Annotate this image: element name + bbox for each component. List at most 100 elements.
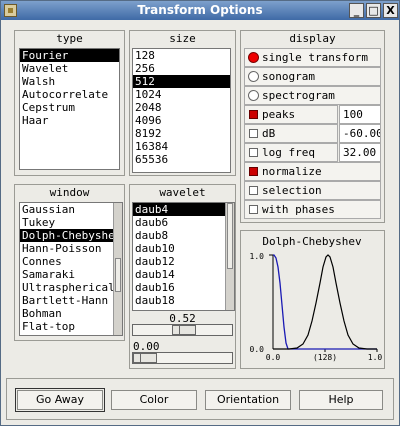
size-panel: size 128 256 512 1024 2048 4096 8192 16384 65536 (129, 30, 236, 176)
window-list-item[interactable]: Dolph-Chebyshev (20, 229, 121, 242)
window-list-item[interactable]: Bartlett-Hann (20, 294, 113, 307)
sonogram-radio[interactable] (248, 71, 259, 82)
title-bar[interactable]: Transform Options _ □ X (1, 1, 399, 20)
display-panel: display single transform sonogram spectr… (240, 30, 385, 223)
wavelet-list-item[interactable]: daub6 (133, 216, 225, 229)
display-panel-title: display (289, 32, 336, 45)
wavelet-list[interactable]: daub4 daub6 daub8 daub10 daub12 daub14 daub16 d… (132, 202, 235, 311)
wavelet-list-item[interactable]: daub16 (133, 281, 225, 294)
window-title: Transform Options (137, 3, 263, 17)
window-graph: Dolph-Chebyshev 1.0 0.0 0.0 (128) 1.0 (250, 235, 383, 362)
wavelet-list-item[interactable]: daub14 (133, 268, 225, 281)
close-button[interactable]: X (383, 3, 398, 18)
size-list-item[interactable]: 4096 (133, 114, 230, 127)
wavelet-list-item[interactable]: daub10 (133, 242, 225, 255)
peaks-label: peaks (262, 108, 296, 121)
window-list-item[interactable]: Flat-top (20, 320, 113, 333)
help-button[interactable]: Help (299, 390, 383, 410)
bottom-slider-thumb[interactable] (133, 353, 157, 363)
window-curve (273, 254, 377, 350)
peaks-value-field[interactable]: 100 (339, 105, 381, 124)
with-phases-label: with phases (262, 203, 335, 216)
wavelet-list-item[interactable]: daub4 (133, 203, 225, 216)
transform-options-window: Transform Options _ □ X type Fourier Wave… (0, 0, 400, 426)
window-list-item[interactable]: Bohman (20, 307, 113, 320)
log-freq-checkbox[interactable] (249, 148, 258, 157)
log-freq-label: log freq (262, 146, 315, 159)
type-list-item[interactable]: Fourier (20, 49, 119, 62)
wavelet-list-scroll-thumb[interactable] (227, 203, 233, 269)
type-list-item[interactable]: Walsh (20, 75, 119, 88)
single-transform-label: single transform (262, 51, 368, 64)
window-list-item[interactable]: Ultraspherical (20, 281, 115, 294)
top-slider[interactable] (132, 324, 233, 336)
maximize-button[interactable]: □ (366, 3, 381, 18)
spectrogram-radio[interactable] (248, 90, 259, 101)
window-list-scrollbar[interactable] (113, 203, 122, 335)
size-list-item[interactable]: 1024 (133, 88, 230, 101)
peaks-checkbox[interactable] (249, 110, 258, 119)
type-list[interactable]: Fourier Wavelet Walsh Autocorrelate Cepstrum… (19, 48, 120, 170)
normalize-option[interactable]: normalize (244, 162, 381, 181)
normalize-checkbox[interactable] (249, 167, 258, 176)
sonogram-option[interactable]: sonogram (244, 67, 381, 86)
wavelet-list-item[interactable]: daub12 (133, 255, 225, 268)
size-list-item[interactable]: 512 (133, 75, 230, 88)
db-checkbox[interactable] (249, 129, 258, 138)
peaks-option[interactable]: peaks (244, 105, 338, 124)
sonogram-label: sonogram (262, 70, 315, 83)
type-list-item[interactable]: Wavelet (20, 62, 119, 75)
selection-checkbox[interactable] (249, 186, 258, 195)
window-list-item[interactable]: Connes (20, 255, 113, 268)
type-list-item[interactable]: Haar (20, 114, 119, 127)
single-transform-option[interactable]: single transform (244, 48, 381, 67)
window-list-item[interactable]: Gaussian (20, 203, 113, 216)
y-label-top: 1.0 (250, 252, 265, 261)
normalize-label: normalize (262, 165, 322, 178)
wavelet-panel-title: wavelet (159, 186, 206, 199)
selection-label: selection (262, 184, 322, 197)
db-option[interactable]: dB (244, 124, 338, 143)
size-list-item[interactable]: 2048 (133, 101, 230, 114)
spectrogram-label: spectrogram (262, 89, 335, 102)
graph-title: Dolph-Chebyshev (262, 235, 362, 248)
type-panel-title: type (56, 32, 83, 45)
size-list[interactable]: 128 256 512 1024 2048 4096 8192 16384 65536 (132, 48, 231, 173)
type-list-item[interactable]: Cepstrum (20, 101, 119, 114)
x-label-left: 0.0 (266, 353, 281, 362)
bottom-slider[interactable] (132, 352, 233, 364)
top-slider-thumb[interactable] (172, 325, 196, 335)
wavelet-list-scrollbar[interactable] (225, 203, 234, 310)
db-label: dB (262, 127, 276, 140)
log-freq-value-field[interactable]: 32.00 (339, 143, 381, 162)
size-list-item[interactable]: 16384 (133, 140, 230, 153)
minimize-button[interactable]: _ (349, 3, 364, 18)
size-list-item[interactable]: 128 (133, 49, 230, 62)
selection-option[interactable]: selection (244, 181, 381, 200)
window-list-item[interactable]: Samaraki (20, 268, 113, 281)
window-list[interactable]: Gaussian Tukey Dolph-Chebyshev Hann-Poisson… (19, 202, 123, 336)
wavelet-list-item[interactable]: daub8 (133, 229, 225, 242)
window-panel: window Gaussian Tukey Dolph-Chebyshev Hann-… (14, 184, 125, 341)
size-list-item[interactable]: 65536 (133, 153, 230, 166)
window-list-item[interactable]: Tukey (20, 216, 113, 229)
size-list-item[interactable]: 8192 (133, 127, 230, 140)
wavelet-list-item[interactable]: daub18 (133, 294, 225, 307)
single-transform-radio[interactable] (248, 52, 259, 63)
go-away-button[interactable]: Go Away (15, 388, 105, 412)
db-value-field[interactable]: -60.00 (339, 124, 381, 143)
size-list-item[interactable]: 256 (133, 62, 230, 75)
with-phases-checkbox[interactable] (249, 205, 258, 214)
with-phases-option[interactable]: with phases (244, 200, 381, 219)
log-freq-option[interactable]: log freq (244, 143, 338, 162)
window-list-scroll-thumb[interactable] (115, 258, 121, 292)
y-label-bottom: 0.0 (250, 345, 265, 354)
type-panel: type Fourier Wavelet Walsh Autocorrelate Cep… (14, 30, 125, 176)
x-label-mid: (128) (313, 353, 337, 362)
color-button[interactable]: Color (111, 390, 197, 410)
spectrum-curve (273, 254, 377, 350)
window-list-item[interactable]: Hann-Poisson (20, 242, 113, 255)
type-list-item[interactable]: Autocorrelate (20, 88, 119, 101)
orientation-button[interactable]: Orientation (205, 390, 291, 410)
spectrogram-option[interactable]: spectrogram (244, 86, 381, 105)
